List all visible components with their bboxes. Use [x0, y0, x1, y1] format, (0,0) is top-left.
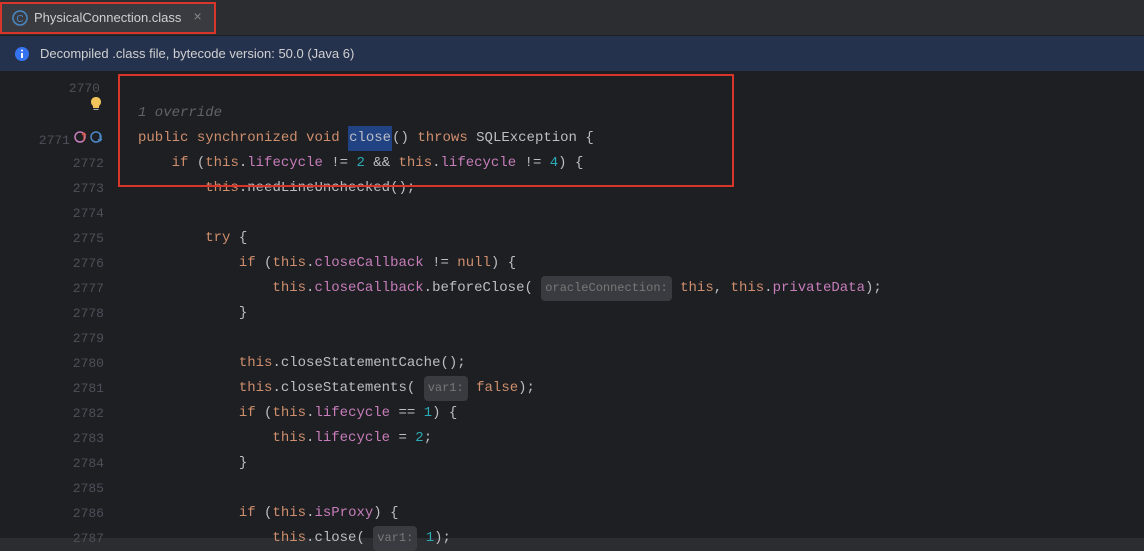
gutter-line: 2778	[0, 301, 112, 326]
gutter-line: 2773	[0, 176, 112, 201]
gutter-line: 2787	[0, 526, 112, 551]
tab-filename: PhysicalConnection.class	[34, 10, 181, 25]
param-hint: var1:	[424, 376, 468, 401]
gutter-line: 2785	[0, 476, 112, 501]
gutter-line: 2776	[0, 251, 112, 276]
gutter-line: 2781	[0, 376, 112, 401]
info-icon	[14, 46, 30, 62]
bulb-icon[interactable]	[88, 96, 104, 117]
gutter-line: 2783	[0, 426, 112, 451]
gutter-line: 2780	[0, 351, 112, 376]
gutter-line: 2775	[0, 226, 112, 251]
gutter-line: 2786	[0, 501, 112, 526]
override-hint[interactable]: 1 override	[138, 101, 222, 126]
code-line: this.closeStatementCache();	[138, 351, 1144, 376]
code-line	[138, 201, 1144, 226]
banner-text: Decompiled .class file, bytecode version…	[40, 46, 354, 61]
code-line	[138, 76, 1144, 101]
code-line: }	[138, 301, 1144, 326]
gutter-line: 2779	[0, 326, 112, 351]
code-line: this.lifecycle = 2;	[138, 426, 1144, 451]
gutter-line: 2784	[0, 451, 112, 476]
code-area[interactable]: 1 override public synchronized void clos…	[112, 72, 1144, 538]
override-down-icon[interactable]	[90, 130, 104, 148]
code-line	[138, 476, 1144, 501]
code-line: try {	[138, 226, 1144, 251]
class-file-icon: C	[12, 10, 28, 26]
file-tab[interactable]: C PhysicalConnection.class ×	[0, 2, 216, 34]
gutter-line: 2774	[0, 201, 112, 226]
param-hint: oracleConnection:	[541, 276, 671, 301]
code-line: this.closeStatements( var1: false);	[138, 376, 1144, 401]
code-line: }	[138, 451, 1144, 476]
gutter-line: 2777	[0, 276, 112, 301]
gutter-line: 2782	[0, 401, 112, 426]
code-line: if (this.isProxy) {	[138, 501, 1144, 526]
code-line: this.closeCallback.beforeClose( oracleCo…	[138, 276, 1144, 301]
override-up-icon[interactable]	[74, 130, 88, 148]
editor: 2770 2771 2772 2773 2774 2775 2776 2777 …	[0, 72, 1144, 538]
code-line: if (this.lifecycle == 1) {	[138, 401, 1144, 426]
decompiled-banner: Decompiled .class file, bytecode version…	[0, 36, 1144, 72]
code-line: if (this.lifecycle != 2 && this.lifecycl…	[138, 151, 1144, 176]
gutter-line: 2772	[0, 151, 112, 176]
close-tab-button[interactable]: ×	[191, 10, 203, 26]
code-line: this.needLineUnchecked();	[138, 176, 1144, 201]
param-hint: var1:	[373, 526, 417, 551]
code-line	[138, 326, 1144, 351]
tab-bar: C PhysicalConnection.class ×	[0, 0, 1144, 36]
code-line: 1 override	[138, 101, 1144, 126]
svg-text:C: C	[16, 14, 23, 25]
code-line: public synchronized void close() throws …	[138, 126, 1144, 151]
code-line: this.close( var1: 1);	[138, 526, 1144, 551]
gutter: 2770 2771 2772 2773 2774 2775 2776 2777 …	[0, 72, 112, 538]
code-line: if (this.closeCallback != null) {	[138, 251, 1144, 276]
